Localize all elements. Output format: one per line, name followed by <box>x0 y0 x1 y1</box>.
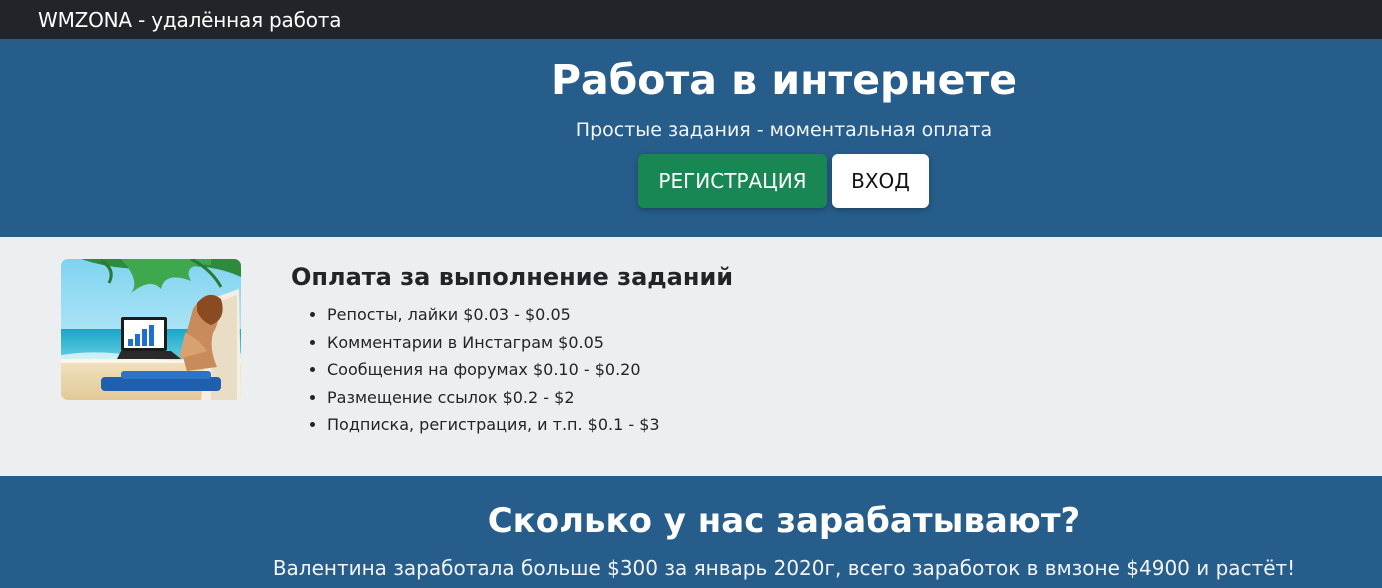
list-item: Размещение ссылок $0.2 - $2 <box>327 384 660 412</box>
hero-subtitle: Простые задания - моментальная оплата <box>575 119 993 141</box>
hero-title: Работа в интернете <box>550 56 1018 104</box>
list-item: Репосты, лайки $0.03 - $0.05 <box>327 301 660 329</box>
register-button[interactable]: РЕГИСТРАЦИЯ <box>638 154 827 208</box>
beach-laptop-image <box>61 259 241 400</box>
earnings-title: Сколько у нас зарабатывают? <box>487 501 1081 541</box>
beach-laptop-illustration <box>61 259 241 400</box>
hero-section: Работа в интернете Простые задания - мом… <box>0 39 1382 237</box>
brand-link[interactable]: WMZONA - удалённая работа <box>38 10 341 30</box>
navbar: WMZONA - удалённая работа <box>0 0 1382 39</box>
login-button[interactable]: ВХОД <box>832 154 929 208</box>
earnings-text: Валентина заработала больше $300 за янва… <box>272 556 1296 580</box>
earnings-section: Сколько у нас зарабатывают? Валентина за… <box>0 476 1382 588</box>
features-list: Репосты, лайки $0.03 - $0.05 Комментарии… <box>327 301 660 439</box>
list-item: Комментарии в Инстаграм $0.05 <box>327 329 660 357</box>
list-item: Сообщения на форумах $0.10 - $0.20 <box>327 356 660 384</box>
features-section: Оплата за выполнение заданий Репосты, ла… <box>0 237 1382 476</box>
features-title: Оплата за выполнение заданий <box>291 263 734 291</box>
list-item: Подписка, регистрация, и т.п. $0.1 - $3 <box>327 411 660 439</box>
